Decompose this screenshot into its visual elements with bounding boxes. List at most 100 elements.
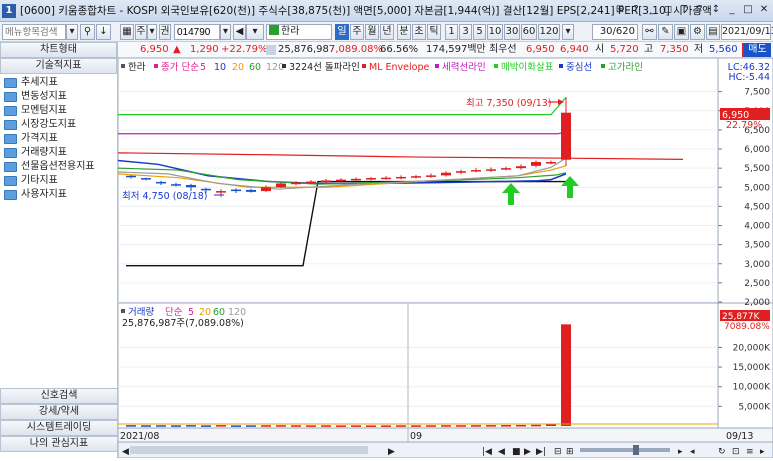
group-dropdown-icon[interactable]: ▾ — [246, 24, 264, 40]
close-button[interactable]: ✕ — [757, 3, 771, 18]
stock-code-input[interactable] — [174, 24, 220, 40]
zoom-out-icon[interactable]: ⊟ — [554, 447, 562, 457]
legend-stock-name: 한라 — [128, 62, 146, 73]
stock-type-dropdown-icon[interactable]: ▾ — [147, 24, 157, 40]
menu-search-input[interactable] — [2, 24, 66, 40]
tab-my-indicators[interactable]: 나의 관심지표 — [0, 436, 118, 452]
zoom-slider-track[interactable] — [580, 448, 670, 452]
tab-day[interactable]: 일 — [335, 24, 349, 40]
folder-icon — [4, 148, 17, 158]
list-item[interactable]: 가격지표 — [0, 132, 117, 146]
list-item[interactable]: 거래량지표 — [0, 146, 117, 160]
folder-icon — [4, 176, 17, 186]
minute-120[interactable]: 120 — [538, 24, 560, 40]
open-label: 시 — [595, 44, 605, 55]
search-dropdown-icon[interactable]: ▾ — [66, 24, 78, 40]
zoom-in-icon[interactable]: ⊞ — [566, 447, 574, 457]
best-ask: 6,950 — [526, 44, 555, 55]
volume-bar — [441, 425, 451, 427]
scroll-thumb[interactable] — [130, 446, 368, 454]
resize-icon[interactable]: ↕ — [709, 3, 723, 18]
chart-area[interactable]: 한라 종가 단순 5 10 20 60 120 3224선 돌파라인 ML En… — [117, 57, 773, 459]
minimize-small-icon[interactable]: _ — [645, 3, 659, 18]
low-label: 저 — [694, 44, 704, 55]
volume-bar — [516, 424, 526, 427]
minute-30[interactable]: 30 — [504, 24, 520, 40]
chart-type-icon[interactable]: ▦ — [120, 24, 134, 40]
restore-icon[interactable]: ◻ — [661, 3, 675, 18]
settings-icon[interactable]: ⚙ — [690, 24, 705, 40]
code-dropdown-icon[interactable]: ▾ — [220, 24, 231, 40]
lock-icon[interactable]: ⊡ — [732, 447, 740, 457]
stock-type-button[interactable]: 주 — [135, 24, 147, 40]
list-item[interactable]: 사용자지표 — [0, 188, 117, 202]
list-item[interactable]: 기타지표 — [0, 174, 117, 188]
link-icon[interactable]: ⊞ — [613, 3, 627, 18]
minute-60[interactable]: 60 — [521, 24, 537, 40]
zoom-icon[interactable]: ⚯ — [642, 24, 657, 40]
legend-disparity: 매박이화살표 — [501, 62, 554, 73]
speaker-icon[interactable]: ◀ — [233, 24, 246, 40]
minimize-button[interactable]: _ — [725, 3, 739, 18]
sell-button[interactable]: 매도 — [744, 43, 771, 57]
question-icon[interactable]: ? — [693, 3, 707, 18]
minute-1[interactable]: 1 — [445, 24, 458, 40]
tab-week[interactable]: 주 — [350, 24, 364, 40]
refresh-icon[interactable]: ↻ — [718, 447, 726, 457]
next-icon[interactable]: ▶ — [524, 447, 531, 457]
expand-icon[interactable]: ▸ — [678, 447, 683, 457]
list-item[interactable]: 변동성지표 — [0, 90, 117, 104]
tab-month[interactable]: 월 — [365, 24, 379, 40]
volume-bar — [231, 425, 241, 427]
help-icon[interactable]: ? — [629, 3, 643, 18]
data-count-field[interactable]: 30/620 — [592, 24, 638, 40]
chart-type-header[interactable]: 차트형태 — [0, 42, 117, 58]
stop-icon[interactable]: ■ — [512, 447, 521, 457]
date-field[interactable]: 2021/09/13 — [721, 24, 773, 40]
volume-bar — [291, 425, 301, 427]
list-item[interactable]: 선물옵션전용지표 — [0, 160, 117, 174]
list-item[interactable]: 시장강도지표 — [0, 118, 117, 132]
options-icon[interactable]: ≡ — [746, 447, 754, 457]
tab-strength[interactable]: 강세/약세 — [0, 404, 118, 420]
minute-5[interactable]: 5 — [473, 24, 486, 40]
legend-breakout: 3224선 돌파라인 — [289, 62, 360, 73]
prev-icon[interactable]: ◀ — [498, 447, 505, 457]
rights-button[interactable]: 권 — [159, 24, 171, 40]
tab-tick[interactable]: 틱 — [427, 24, 441, 40]
y-tick-label: 4,000 — [744, 222, 770, 232]
drawing-icon[interactable]: ✎ — [658, 24, 673, 40]
scroll-end-icon[interactable]: ▸ — [760, 447, 765, 457]
scroll-left-icon[interactable]: ◀ — [122, 447, 129, 457]
tab-minute[interactable]: 분 — [397, 24, 411, 40]
stock-chart[interactable]: 한라 종가 단순 5 10 20 60 120 3224선 돌파라인 ML En… — [117, 57, 773, 459]
collapse-icon[interactable]: ◂ — [690, 447, 695, 457]
up-triangle-icon: ▲ — [173, 44, 181, 55]
zoom-slider-thumb[interactable] — [633, 445, 639, 455]
calendar-icon[interactable]: ▤ — [706, 24, 720, 40]
tab-signal-search[interactable]: 신호검색 — [0, 388, 118, 404]
last-icon[interactable]: ▶| — [536, 447, 546, 457]
minute-dropdown-icon[interactable]: ▾ — [562, 24, 574, 40]
tab-year[interactable]: 년 — [380, 24, 394, 40]
technical-indicator-header[interactable]: 기술적지표 — [0, 58, 117, 74]
legend-bullet — [121, 64, 125, 68]
first-icon[interactable]: |◀ — [482, 447, 492, 457]
save-icon[interactable]: ▣ — [674, 24, 689, 40]
tab-second[interactable]: 초 — [412, 24, 426, 40]
list-item[interactable]: 추세지표 — [0, 76, 117, 90]
scroll-right-icon[interactable]: ▶ — [388, 447, 395, 457]
list-item[interactable]: 모멘텀지표 — [0, 104, 117, 118]
search-icon[interactable]: ⚲ — [80, 24, 95, 40]
minute-10[interactable]: 10 — [487, 24, 503, 40]
arrow-down-icon[interactable]: ↓ — [96, 24, 111, 40]
minute-3[interactable]: 3 — [459, 24, 472, 40]
maximize-button[interactable]: □ — [741, 3, 755, 18]
date-axis — [117, 427, 773, 443]
font-icon[interactable]: T — [677, 3, 691, 18]
volume-bar — [411, 425, 421, 427]
legend-bullet — [494, 64, 498, 68]
volume-bar — [531, 424, 541, 427]
tab-system-trading[interactable]: 시스템트레이딩 — [0, 420, 118, 436]
axis-mid-label: 09 — [410, 431, 422, 442]
